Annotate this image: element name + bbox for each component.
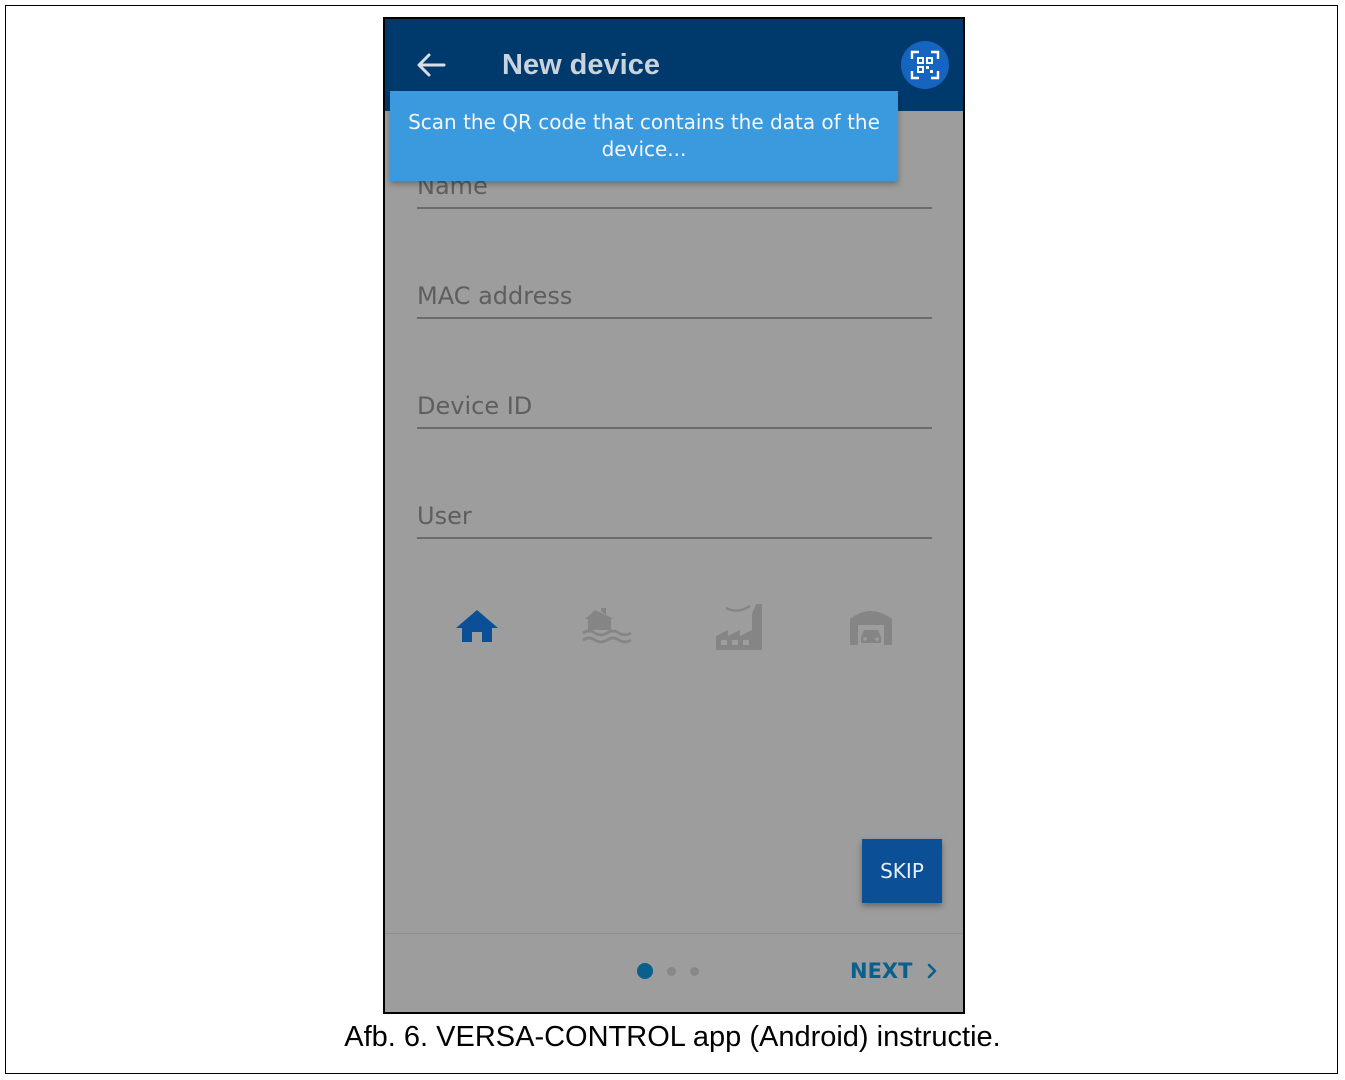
mac-address-field[interactable] bbox=[417, 275, 932, 319]
user-field[interactable] bbox=[417, 495, 932, 539]
lake-house-icon bbox=[582, 608, 632, 644]
next-button[interactable]: NEXT bbox=[850, 959, 938, 983]
page-dot bbox=[667, 966, 676, 976]
arrow-left-icon bbox=[417, 53, 446, 77]
bottom-divider bbox=[385, 933, 963, 934]
device-type-home[interactable] bbox=[448, 597, 506, 655]
garage-icon bbox=[850, 611, 892, 645]
figure-caption: Afb. 6. VERSA-CONTROL app (Android) inst… bbox=[344, 1021, 1001, 1053]
next-label: NEXT bbox=[850, 959, 913, 983]
skip-button[interactable]: SKIP bbox=[862, 839, 942, 903]
device-type-factory[interactable] bbox=[710, 597, 768, 655]
qr-hint-tooltip: Scan the QR code that contains the data … bbox=[390, 91, 898, 181]
device-id-field[interactable] bbox=[417, 385, 932, 429]
user-input[interactable] bbox=[417, 495, 932, 537]
home-icon bbox=[456, 610, 498, 642]
device-type-garage[interactable] bbox=[842, 597, 900, 655]
page-indicator bbox=[637, 963, 699, 979]
mac-address-input[interactable] bbox=[417, 275, 932, 317]
factory-icon bbox=[716, 604, 762, 650]
chevron-right-icon bbox=[928, 963, 937, 979]
page-dot-active bbox=[637, 963, 653, 979]
device-type-lake-house[interactable] bbox=[578, 597, 636, 655]
page-dot bbox=[690, 966, 699, 976]
device-id-input[interactable] bbox=[417, 385, 932, 427]
qr-code-icon bbox=[910, 50, 940, 80]
phone-screen: New device Name Scan the QR code that co… bbox=[383, 17, 965, 1014]
page-title: New device bbox=[502, 49, 660, 81]
back-button[interactable] bbox=[413, 47, 449, 83]
qr-scan-button[interactable] bbox=[901, 41, 949, 89]
